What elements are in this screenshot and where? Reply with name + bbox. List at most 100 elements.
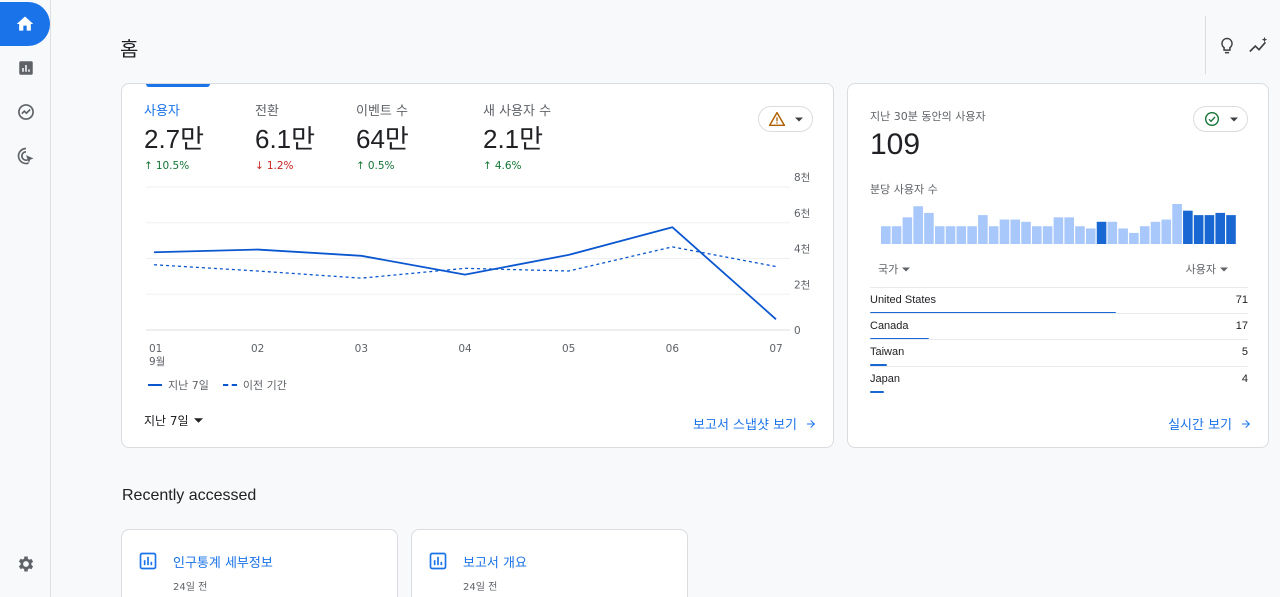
- y-tick-label: 8천: [794, 172, 810, 184]
- country-column-header[interactable]: 국가: [878, 261, 911, 277]
- nav-item-advertising[interactable]: [13, 143, 39, 169]
- country-name: Japan: [870, 373, 900, 385]
- per-minute-bar[interactable]: [1010, 219, 1021, 244]
- page-title: 홈: [120, 37, 139, 61]
- per-minute-bar[interactable]: [1021, 221, 1031, 244]
- arrow-right-icon: [1242, 419, 1250, 428]
- trends-button[interactable]: [1247, 34, 1271, 58]
- country-users: 71: [1235, 294, 1248, 306]
- per-minute-bar[interactable]: [1172, 204, 1182, 244]
- users-column-header[interactable]: 사용자: [1186, 261, 1228, 277]
- caret-down-icon: [902, 267, 911, 271]
- realtime-value: 109: [870, 128, 921, 161]
- table-row: Canada 17: [870, 313, 1248, 340]
- settings-button[interactable]: [13, 551, 39, 577]
- per-minute-bar[interactable]: [1032, 226, 1042, 244]
- per-minute-bar[interactable]: [934, 226, 945, 244]
- x-tick-label: 03: [355, 343, 368, 355]
- overview-card: 사용자 2.7만 ↑ 10.5% 전환 6.1만 ↓ 1.2% 이벤트 수 64만 …: [121, 83, 834, 448]
- country-users: 4: [1241, 373, 1248, 385]
- series-line-current: [153, 226, 777, 320]
- report-icon: [429, 552, 447, 570]
- cursor-target-icon: [17, 147, 34, 165]
- arrow-right-icon: [807, 419, 815, 428]
- recent-card-title: 인구통계 세부정보: [173, 556, 273, 571]
- recent-card-title: 보고서 개요: [463, 556, 527, 571]
- country-share-bar: [870, 391, 884, 393]
- per-minute-bar[interactable]: [902, 217, 913, 244]
- date-range-label: 지난 7일: [144, 414, 189, 428]
- sparkline-icon: [1249, 36, 1268, 53]
- per-minute-bar-chart: [881, 204, 1236, 244]
- per-minute-bar[interactable]: [1118, 228, 1128, 244]
- per-minute-bar[interactable]: [967, 226, 977, 244]
- x-tick-label: 02: [251, 343, 264, 355]
- caret-down-icon: [1220, 267, 1228, 271]
- per-minute-bar[interactable]: [1193, 215, 1204, 244]
- per-minute-bar[interactable]: [1161, 219, 1172, 244]
- chart-legend: 지난 7일 이전 기간: [148, 377, 287, 393]
- per-minute-bar[interactable]: [1129, 232, 1139, 244]
- per-minute-bar[interactable]: [1096, 221, 1107, 244]
- column-header-label: 국가: [878, 263, 899, 276]
- per-minute-bar[interactable]: [1226, 215, 1236, 244]
- per-minute-bar[interactable]: [1075, 226, 1085, 244]
- nav-rail: [0, 0, 51, 597]
- nav-item-home[interactable]: [0, 2, 50, 46]
- per-minute-bar[interactable]: [913, 206, 923, 244]
- per-minute-bar[interactable]: [1107, 221, 1118, 244]
- per-minute-bar[interactable]: [1204, 215, 1215, 244]
- x-tick-sublabel: 9월: [149, 356, 165, 368]
- y-tick-label: 0: [794, 325, 801, 337]
- x-tick-label: 07: [769, 343, 782, 355]
- date-range-dropdown[interactable]: 지난 7일: [144, 412, 203, 429]
- per-minute-bar[interactable]: [1085, 228, 1096, 244]
- trend-chart: 0 2천 4천 6천 8천 01 02 03 04 05 06 07 9월: [146, 172, 810, 368]
- per-minute-bar[interactable]: [1053, 217, 1064, 244]
- table-row: Taiwan 5: [870, 339, 1248, 366]
- check-circle-icon: [1204, 112, 1219, 126]
- legend-label-current: 지난 7일: [168, 379, 209, 392]
- per-minute-bar[interactable]: [1183, 210, 1193, 244]
- gear-icon: [18, 556, 34, 572]
- lightbulb-icon: [1221, 37, 1233, 54]
- caret-down-icon: [193, 418, 203, 423]
- country-users: 5: [1241, 346, 1248, 358]
- nav-item-reports[interactable]: [13, 55, 39, 81]
- legend-swatch-current: [148, 384, 162, 386]
- per-minute-bar[interactable]: [988, 226, 999, 244]
- legend-label-previous: 이전 기간: [242, 379, 287, 392]
- legend-swatch-previous: [222, 384, 237, 386]
- realtime-status-dropdown[interactable]: [1193, 106, 1248, 132]
- y-tick-label: 6천: [794, 208, 810, 220]
- insights-button[interactable]: [1215, 34, 1239, 58]
- per-minute-bar[interactable]: [1215, 212, 1226, 244]
- view-realtime-link[interactable]: 실시간 보기: [1168, 414, 1252, 433]
- table-row: Japan 4: [870, 366, 1248, 393]
- per-minute-bar[interactable]: [1042, 226, 1053, 244]
- nav-item-explore[interactable]: [13, 99, 39, 125]
- recent-card-reports-overview[interactable]: 보고서 개요 24일 전: [411, 529, 688, 597]
- per-minute-bar[interactable]: [1150, 221, 1161, 244]
- per-minute-bar[interactable]: [881, 226, 891, 244]
- country-users: 17: [1235, 320, 1248, 332]
- realtime-card: 지난 30분 동안의 사용자 109 분당 사용자 수 국가 사용자 Unite…: [847, 83, 1269, 448]
- home-icon: [16, 16, 34, 31]
- per-minute-bar[interactable]: [891, 226, 902, 244]
- per-minute-bar[interactable]: [1064, 217, 1074, 244]
- country-name: Taiwan: [870, 346, 905, 358]
- recent-card-time: 24일 전: [173, 582, 208, 593]
- link-label: 보고서 스냅샷 보기: [693, 418, 797, 433]
- per-minute-bar[interactable]: [978, 215, 988, 244]
- bar-chart-icon: [19, 61, 33, 75]
- per-minute-bar[interactable]: [1139, 226, 1150, 244]
- x-tick-label: 06: [666, 343, 680, 355]
- per-minute-bar[interactable]: [924, 212, 934, 244]
- caret-down-icon: [1229, 117, 1238, 121]
- column-header-label: 사용자: [1185, 263, 1216, 276]
- per-minute-bar[interactable]: [956, 226, 967, 244]
- recent-card-demographics[interactable]: 인구통계 세부정보 24일 전: [121, 529, 398, 597]
- per-minute-bar[interactable]: [945, 226, 956, 244]
- per-minute-bar[interactable]: [999, 219, 1010, 244]
- view-report-snapshot-link[interactable]: 보고서 스냅샷 보기: [693, 414, 817, 433]
